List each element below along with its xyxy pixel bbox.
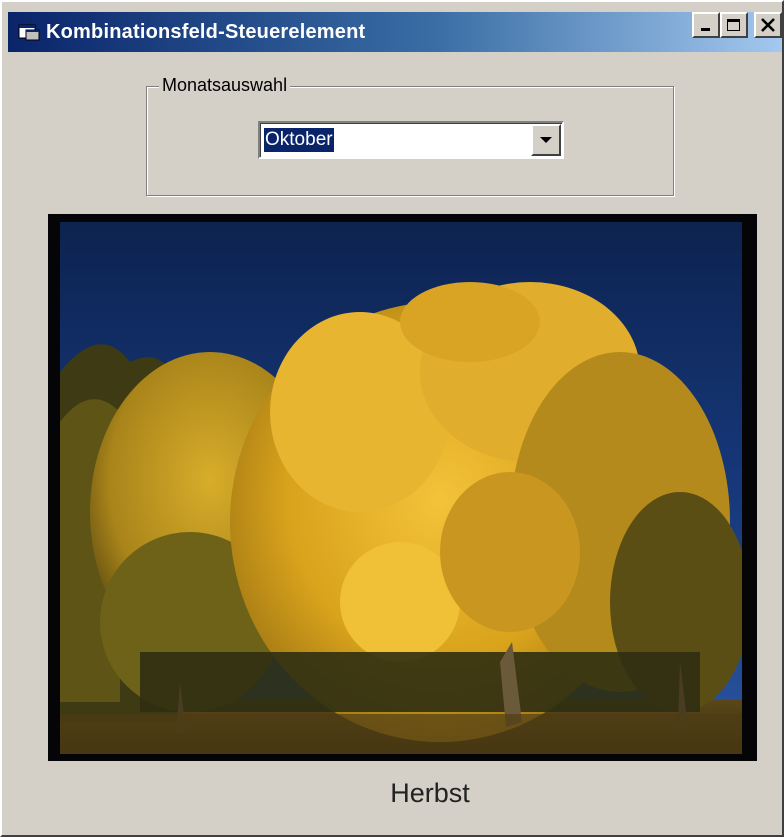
window-title: Kombinationsfeld-Steuerelement bbox=[46, 20, 366, 43]
title-bar[interactable]: Kombinationsfeld-Steuerelement bbox=[8, 12, 782, 52]
maximize-icon bbox=[727, 19, 740, 31]
month-combobox[interactable]: Oktober bbox=[258, 121, 564, 159]
autumn-tree-photo bbox=[60, 222, 742, 754]
close-icon bbox=[761, 18, 775, 32]
minimize-icon bbox=[701, 28, 710, 31]
chevron-down-icon bbox=[540, 137, 552, 143]
season-label: Herbst bbox=[390, 778, 470, 808]
combobox-dropdown-button[interactable] bbox=[531, 124, 561, 156]
group-legend: Monatsauswahl bbox=[159, 73, 291, 97]
minimize-button[interactable] bbox=[692, 12, 720, 38]
season-picture-box bbox=[48, 214, 757, 761]
close-button[interactable] bbox=[754, 12, 782, 38]
maximize-button[interactable] bbox=[720, 12, 748, 38]
combobox-selected-value[interactable]: Oktober bbox=[263, 127, 335, 153]
main-window: Kombinationsfeld-Steuerelement Monatsaus… bbox=[0, 0, 784, 837]
app-window-icon bbox=[18, 23, 40, 41]
month-selection-group: Monatsauswahl Oktober bbox=[146, 73, 674, 196]
